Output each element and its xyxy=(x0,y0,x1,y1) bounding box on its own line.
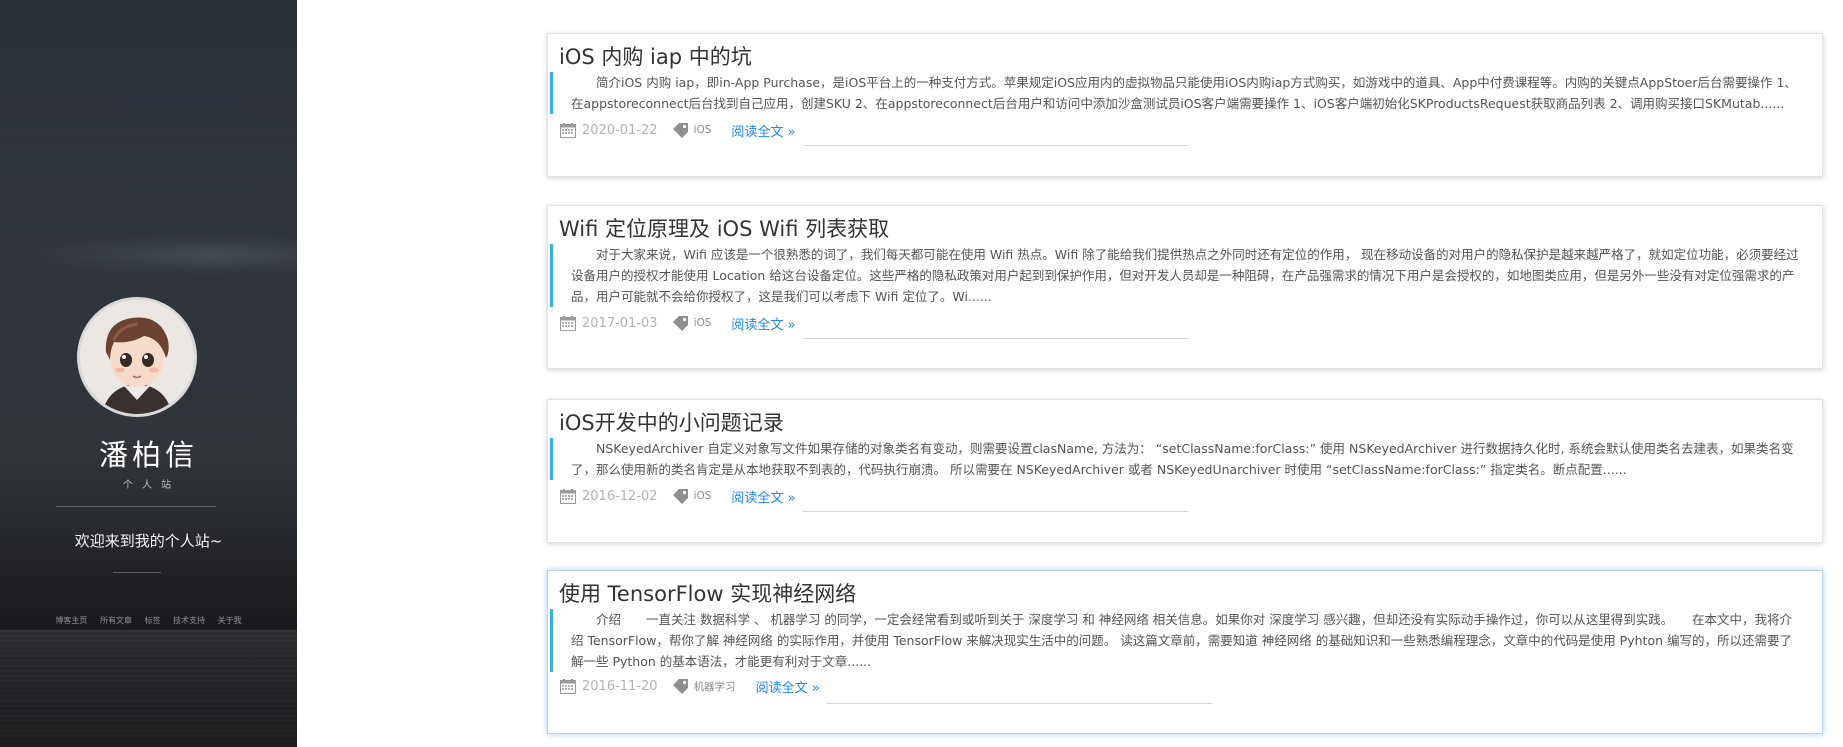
post-card: iOS 内购 iap 中的坑 简介iOS 内购 iap，即in-App Purc… xyxy=(547,33,1823,177)
post-meta: 2017-01-03 iOS 阅读全文 » xyxy=(560,312,796,334)
welcome-text: 欢迎来到我的个人站~ xyxy=(74,532,223,550)
post-tag[interactable]: 机器学习 xyxy=(694,679,736,694)
calendar-icon xyxy=(560,315,576,331)
post-meta: 2016-11-20 机器学习 阅读全文 » xyxy=(560,675,820,697)
read-more-link[interactable]: 阅读全文 » xyxy=(731,121,795,140)
sidebar: 潘柏信 个 人 站 欢迎来到我的个人站~ 博客主页 所有文章 标签 技术支持 关… xyxy=(0,0,297,747)
post-excerpt: 简介iOS 内购 iap，即in-App Purchase，是iOS平台上的一种… xyxy=(550,72,1804,114)
nav-link-about-me[interactable]: 关于我 xyxy=(218,616,242,625)
sidebar-divider-short xyxy=(113,572,161,573)
post-excerpt: NSKeyedArchiver 自定义对象写文件如果存储的对象类名有变动，则需要… xyxy=(550,438,1804,480)
post-title[interactable]: Wifi 定位原理及 iOS Wifi 列表获取 xyxy=(559,213,889,243)
post-tag[interactable]: iOS xyxy=(694,124,712,136)
avatar[interactable] xyxy=(77,297,197,417)
tag-icon xyxy=(672,678,688,694)
read-more-link[interactable]: 阅读全文 » xyxy=(731,314,795,333)
profile-subtitle: 个 人 站 xyxy=(122,480,175,491)
post-date: 2016-11-20 xyxy=(582,678,658,694)
meta-separator-line xyxy=(827,703,1212,704)
calendar-icon xyxy=(560,678,576,694)
tag-icon xyxy=(672,315,688,331)
nav-link-tech-support[interactable]: 技术支持 xyxy=(173,616,205,625)
tag-icon xyxy=(672,488,688,504)
nav-link-tags[interactable]: 标签 xyxy=(145,616,161,625)
read-more-link[interactable]: 阅读全文 » xyxy=(756,677,820,696)
post-date: 2017-01-03 xyxy=(582,315,658,331)
post-date: 2016-12-02 xyxy=(582,488,658,504)
sidebar-background-horizon xyxy=(0,630,297,747)
post-excerpt: 对于大家来说，Wifi 应该是一个很熟悉的词了，我们每天都可能在使用 Wifi … xyxy=(550,244,1804,307)
meta-separator-line xyxy=(803,511,1188,512)
nav-link-blog-home[interactable]: 博客主页 xyxy=(55,616,87,625)
post-card: 使用 TensorFlow 实现神经网络 介绍 一直关注 数据科学 、 机器学习… xyxy=(547,570,1823,734)
tag-icon xyxy=(672,122,688,138)
calendar-icon xyxy=(560,488,576,504)
meta-separator-line xyxy=(803,338,1188,339)
calendar-icon xyxy=(560,122,576,138)
read-more-link[interactable]: 阅读全文 » xyxy=(731,487,795,506)
post-title[interactable]: iOS开发中的小问题记录 xyxy=(559,407,784,437)
nav-link-all-posts[interactable]: 所有文章 xyxy=(100,616,132,625)
sidebar-divider xyxy=(56,506,216,507)
post-card: iOS开发中的小问题记录 NSKeyedArchiver 自定义对象写文件如果存… xyxy=(547,399,1823,543)
avatar-portrait-icon xyxy=(80,300,194,414)
post-meta: 2020-01-22 iOS 阅读全文 » xyxy=(560,119,796,141)
post-tag[interactable]: iOS xyxy=(694,490,712,502)
post-meta: 2016-12-02 iOS 阅读全文 » xyxy=(560,485,796,507)
post-card: Wifi 定位原理及 iOS Wifi 列表获取 对于大家来说，Wifi 应该是… xyxy=(547,205,1823,369)
post-date: 2020-01-22 xyxy=(582,122,658,138)
profile-name: 潘柏信 xyxy=(98,438,198,472)
meta-separator-line xyxy=(803,145,1188,146)
post-tag[interactable]: iOS xyxy=(694,317,712,329)
sidebar-nav: 博客主页 所有文章 标签 技术支持 关于我 xyxy=(0,615,297,626)
post-title[interactable]: iOS 内购 iap 中的坑 xyxy=(559,41,752,71)
post-title[interactable]: 使用 TensorFlow 实现神经网络 xyxy=(559,578,856,608)
post-excerpt: 介绍 一直关注 数据科学 、 机器学习 的同学，一定会经常看到或听到关于 深度学… xyxy=(550,609,1804,672)
